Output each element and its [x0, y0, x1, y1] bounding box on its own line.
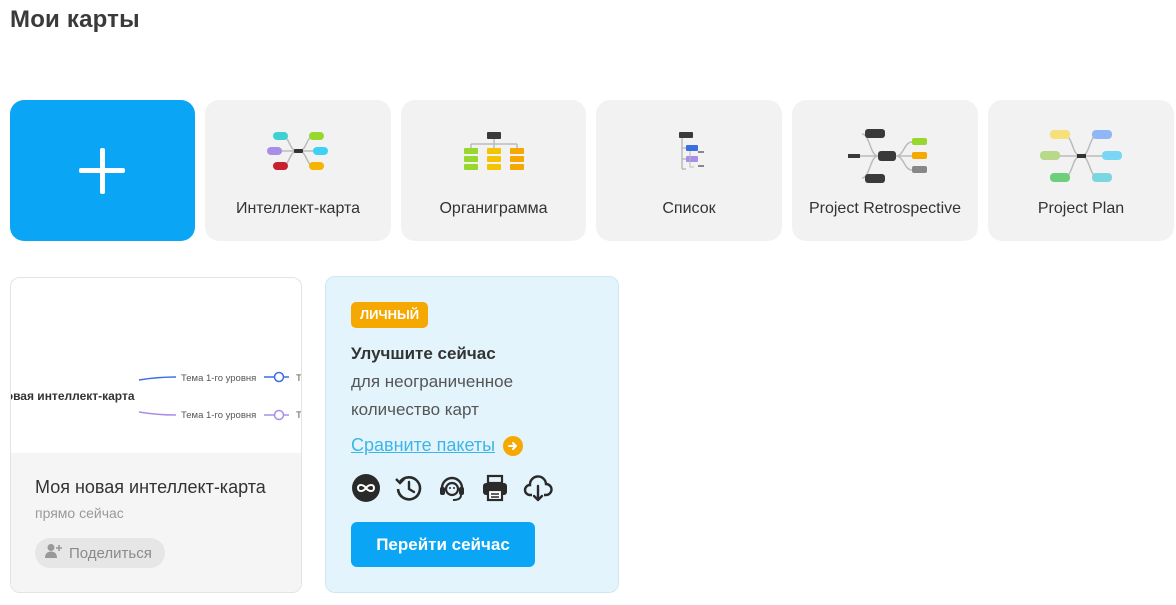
template-project-plan[interactable]: Project Plan: [988, 100, 1174, 241]
infinity-icon: [351, 473, 381, 503]
project-plan-icon: [988, 126, 1174, 186]
compare-plans-link[interactable]: Сравните пакеты: [351, 435, 524, 456]
template-label: Интеллект-карта: [235, 200, 361, 217]
org-chart-icon: [401, 126, 586, 186]
new-map-button[interactable]: [10, 100, 195, 241]
print-icon: [480, 473, 510, 503]
page-title: Мои карты: [10, 6, 140, 33]
template-gallery: Интеллект-карта Органиграмма Список Proj…: [10, 100, 1174, 241]
preview-branch-1: Тема 1-го уровня: [181, 373, 256, 384]
upgrade-title: Улучшите сейчас: [351, 344, 496, 363]
map-modified-time: прямо сейчас: [35, 505, 124, 521]
support-icon: [437, 473, 467, 503]
upgrade-text-line-2: количество карт: [351, 400, 479, 419]
go-now-button[interactable]: Перейти сейчас: [351, 522, 535, 567]
retrospective-icon: [792, 126, 978, 186]
preview-central-topic: Моя новая интеллект-карта: [11, 389, 135, 403]
template-retrospective[interactable]: Project Retrospective: [792, 100, 978, 241]
download-icon: [523, 473, 553, 503]
preview-sub-2: Т: [296, 410, 301, 421]
plan-badge: ЛИЧНЫЙ: [351, 302, 429, 328]
add-user-icon: [45, 543, 63, 563]
share-button[interactable]: Поделиться: [35, 538, 165, 568]
template-list[interactable]: Список: [596, 100, 782, 241]
preview-branch-2: Тема 1-го уровня: [181, 410, 256, 421]
feature-icons: [351, 473, 553, 503]
template-mind-map[interactable]: Интеллект-карта: [205, 100, 391, 241]
preview-sub-1: Т: [296, 373, 301, 384]
map-card[interactable]: Моя новая интеллект-карта Тема 1-го уров…: [10, 277, 302, 593]
template-org-chart[interactable]: Органиграмма: [401, 100, 586, 241]
template-label: Органиграмма: [439, 200, 548, 217]
compare-plans-label: Сравните пакеты: [351, 435, 496, 455]
mind-map-icon: [205, 126, 391, 186]
map-preview[interactable]: Моя новая интеллект-карта Тема 1-го уров…: [11, 278, 301, 453]
upgrade-card: ЛИЧНЫЙ Улучшите сейчас для неограниченно…: [325, 276, 619, 593]
arrow-right-icon: [503, 435, 524, 456]
template-label: Project Plan: [1037, 200, 1125, 217]
share-label: Поделиться: [69, 544, 152, 562]
history-icon: [394, 473, 424, 503]
template-label: Список: [662, 200, 716, 217]
upgrade-text-line-1: для неограниченное: [351, 372, 514, 391]
map-card-footer: Моя новая интеллект-карта прямо сейчас П…: [11, 453, 301, 592]
list-icon: [596, 126, 782, 186]
template-label: Project Retrospective: [808, 200, 962, 217]
map-name[interactable]: Моя новая интеллект-карта: [35, 477, 285, 498]
